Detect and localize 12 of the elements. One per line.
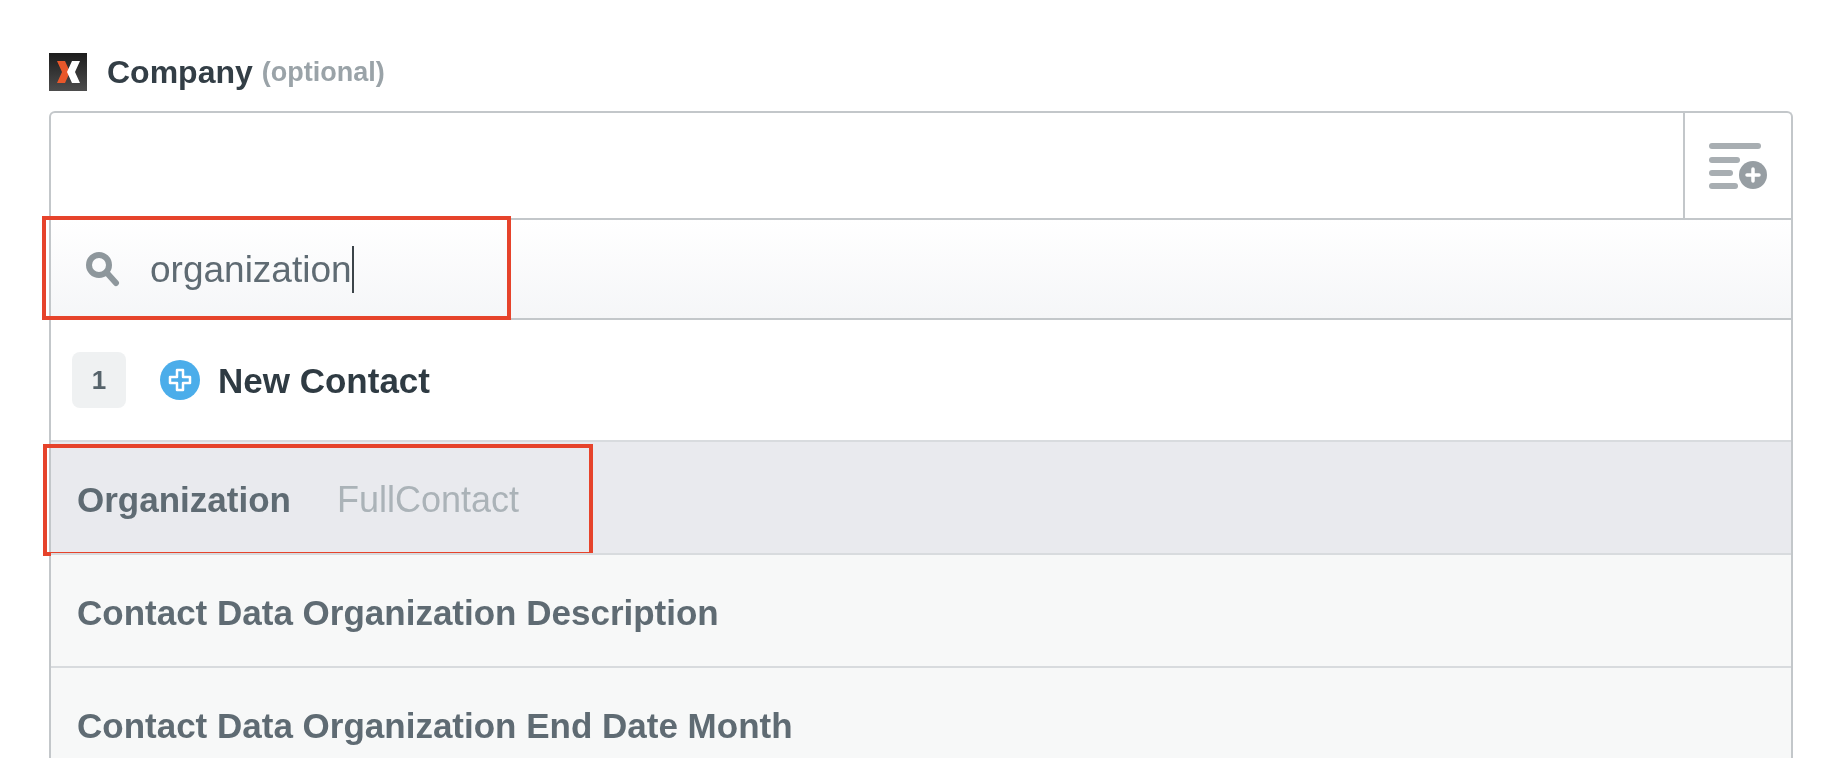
cross-circle-icon (160, 360, 200, 400)
dropdown-option[interactable]: Contact Data Organization End Date Month (51, 666, 1791, 758)
step-number-badge: 1 (72, 352, 126, 408)
field-label: Company (107, 56, 253, 88)
list-plus-icon (1709, 141, 1767, 190)
step-title: New Contact (218, 362, 430, 398)
source-app-label: FullContact (336, 482, 519, 518)
optional-hint: (optional) (261, 58, 385, 86)
search-icon (85, 251, 120, 287)
logo-icon (49, 53, 87, 91)
dropdown-option[interactable]: Contact Data Organization Description (51, 553, 1791, 666)
text-cursor (351, 245, 354, 293)
